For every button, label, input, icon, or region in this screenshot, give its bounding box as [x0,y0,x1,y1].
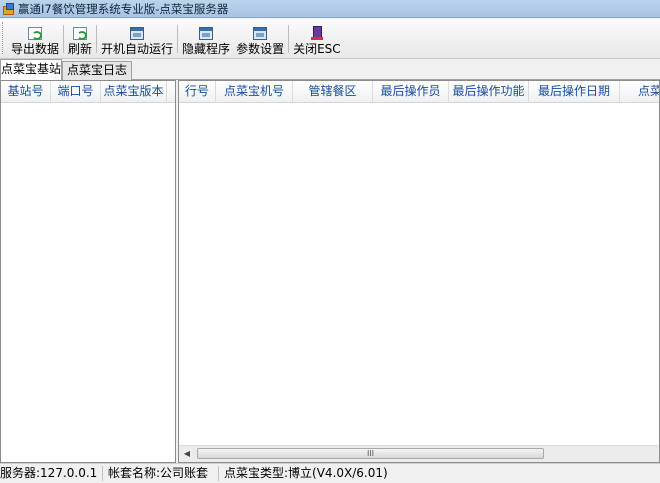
status-account: 帐套名称:公司账套 [108,466,209,480]
autostart-button[interactable]: 开机自动运行 [98,20,176,58]
column-header-port-no[interactable]: 端口号 [51,81,101,102]
autostart-icon [130,27,145,40]
refresh-button[interactable]: 刷新 [65,20,95,58]
toolbar-separator [288,25,290,53]
status-server: 服务器:127.0.0.1 [0,466,98,480]
toolbar-separator [96,25,98,53]
horizontal-scrollbar[interactable]: ◀ III [179,445,659,462]
tab-logs[interactable]: 点菜宝日志 [62,61,132,80]
column-header-more[interactable]: 点菜 [620,81,659,102]
base-station-list[interactable]: 基站号 端口号 点菜宝版本 [0,80,176,463]
status-separator [218,466,219,481]
settings-button[interactable]: 参数设置 [233,20,287,58]
list-header: 行号 点菜宝机号 管辖餐区 最后操作员 最后操作功能 最后操作日期 点菜 [179,81,659,103]
export-data-button[interactable]: 导出数据 [8,20,62,58]
settings-icon [253,27,268,40]
toolbar-separator [63,25,65,53]
tab-base-stations[interactable]: 点菜宝基站 [0,59,62,80]
hide-icon [199,27,214,40]
column-header-version[interactable]: 点菜宝版本 [101,81,167,102]
app-icon [3,3,14,15]
column-header-station-no[interactable]: 基站号 [1,81,51,102]
toolbar-separator [177,25,179,53]
toolbar: 导出数据 刷新 开机自动运行 隐藏程序 参数设置 关闭ESC [0,19,660,59]
column-header-last-date[interactable]: 最后操作日期 [529,81,620,102]
column-header-device-no[interactable]: 点菜宝机号 [216,81,293,102]
window-title: 赢通I7餐饮管理系统专业版-点菜宝服务器 [18,1,229,16]
refresh-icon [73,27,88,40]
column-header-last-operator[interactable]: 最后操作员 [373,81,449,102]
column-header-row-no[interactable]: 行号 [179,81,216,102]
title-bar: 赢通I7餐饮管理系统专业版-点菜宝服务器 [0,0,660,18]
column-header-last-function[interactable]: 最后操作功能 [449,81,529,102]
hide-program-button[interactable]: 隐藏程序 [179,20,233,58]
tab-strip: 点菜宝基站 点菜宝日志 [0,59,660,80]
status-separator [102,466,103,481]
column-header-dining-area[interactable]: 管辖餐区 [293,81,373,102]
device-list[interactable]: 行号 点菜宝机号 管辖餐区 最后操作员 最后操作功能 最后操作日期 点菜 ◀ I… [178,80,660,463]
toolbar-grip[interactable] [2,22,6,54]
exit-icon [310,26,323,40]
scrollbar-thumb[interactable]: III [197,448,544,459]
status-device-type: 点菜宝类型:博立(V4.0X/6.01) [224,466,388,480]
status-bar: 服务器:127.0.0.1 帐套名称:公司账套 点菜宝类型:博立(V4.0X/6… [0,463,660,483]
export-icon [28,27,42,40]
close-button[interactable]: 关闭ESC [290,20,344,58]
list-header: 基站号 端口号 点菜宝版本 [1,81,175,103]
scroll-left-icon[interactable]: ◀ [179,446,195,462]
